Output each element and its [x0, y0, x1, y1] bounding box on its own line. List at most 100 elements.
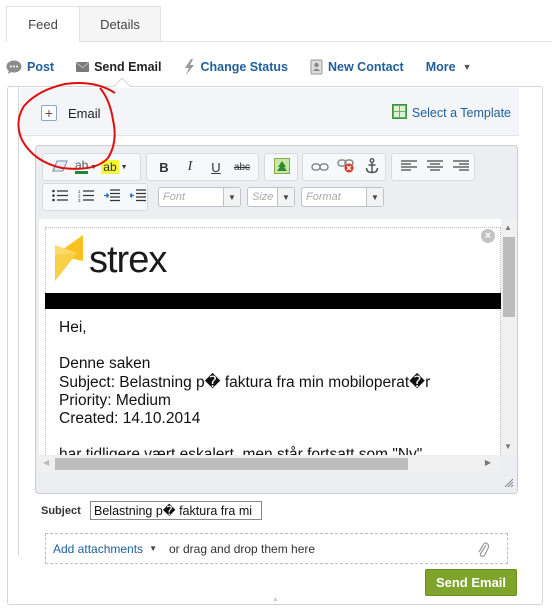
highlight-label: ab	[101, 160, 119, 174]
collapse-arrow-icon[interactable]: ▲	[272, 596, 279, 603]
align-right-icon	[453, 159, 469, 175]
eraser-icon	[52, 160, 68, 175]
horizontal-scroll-thumb[interactable]	[55, 458, 408, 470]
resize-handle-icon[interactable]	[502, 476, 514, 491]
scroll-left-icon[interactable]: ◀	[43, 458, 49, 467]
template-divider-bar	[45, 293, 501, 309]
panel-inner-border	[18, 86, 19, 556]
action-change-status[interactable]: Change Status	[183, 59, 288, 75]
align-left-button[interactable]	[398, 156, 420, 178]
caret-down-icon: ▼	[277, 188, 294, 206]
underline-button[interactable]: U	[205, 156, 227, 178]
eraser-button[interactable]	[49, 156, 71, 178]
bullet-list-button[interactable]	[49, 186, 71, 208]
size-select[interactable]: Size ▼	[247, 187, 295, 207]
publisher-actions: Post Send Email Change Status New Contac…	[6, 58, 494, 76]
image-icon	[274, 157, 290, 177]
add-attachments-link[interactable]: Add attachments	[53, 542, 143, 556]
action-more[interactable]: More ▼	[426, 60, 472, 74]
email-body-line	[59, 337, 430, 355]
email-body-line: Priority: Medium	[59, 391, 171, 409]
paperclip-icon[interactable]	[477, 541, 490, 561]
action-post[interactable]: Post	[6, 60, 54, 74]
font-select[interactable]: Font ▼	[158, 187, 241, 207]
link-button[interactable]	[309, 156, 331, 178]
italic-button[interactable]: I	[179, 156, 201, 178]
send-email-label: Send Email	[435, 575, 507, 590]
vertical-scroll-thumb[interactable]	[503, 237, 515, 317]
toolbar-group-links	[302, 153, 386, 181]
caret-down-icon: ▼	[366, 188, 383, 206]
email-header-label: Email	[68, 106, 101, 121]
toolbar-group-format: B I U abc	[146, 153, 259, 181]
remove-template-icon[interactable]: ×	[481, 229, 495, 243]
insert-image-button[interactable]	[271, 156, 293, 178]
anchor-icon	[365, 157, 379, 177]
numbered-list-icon: 123	[78, 189, 94, 205]
svg-text:3: 3	[78, 198, 81, 202]
underline-label: U	[211, 159, 221, 175]
toolbar-group-lists: 123	[42, 183, 148, 211]
vertical-scrollbar[interactable]: ▲ ▼	[501, 219, 517, 455]
horizontal-scrollbar[interactable]: ◀ ▶	[39, 455, 501, 472]
subject-input[interactable]	[90, 501, 262, 520]
strike-label: abc	[233, 161, 251, 173]
scroll-down-icon[interactable]: ▼	[504, 442, 512, 451]
caret-down-icon[interactable]: ▼	[149, 544, 157, 553]
tab-bar: Feed Details	[6, 6, 161, 42]
select-template-label: Select a Template	[411, 106, 511, 120]
align-center-button[interactable]	[424, 156, 446, 178]
caret-down-icon: ▼	[223, 188, 240, 206]
action-new-contact-label: New Contact	[328, 60, 404, 74]
unlink-icon	[337, 158, 355, 176]
tab-feed[interactable]: Feed	[6, 6, 79, 42]
numbered-list-button[interactable]: 123	[75, 186, 97, 208]
email-body[interactable]: Hei, Denne saken Subject: Belastning p� f…	[59, 319, 430, 455]
italic-label: I	[187, 159, 193, 174]
send-email-button[interactable]: Send Email	[425, 569, 517, 596]
subject-label: Subject	[41, 505, 81, 517]
caret-down-icon: ▼	[120, 163, 128, 171]
bullet-list-icon	[52, 189, 68, 205]
tab-details[interactable]: Details	[79, 6, 161, 42]
email-body-line: Subject: Belastning p� faktura fra min m…	[59, 373, 431, 391]
bold-label: B	[159, 159, 169, 175]
text-color-button[interactable]: ab ▼	[75, 156, 97, 178]
caret-down-icon: ▼	[462, 62, 472, 72]
strikethrough-button[interactable]: abc	[231, 156, 253, 178]
scroll-up-icon[interactable]: ▲	[504, 223, 512, 232]
email-body-line: har tidligere vært eskalert, men står fo…	[59, 446, 423, 455]
scroll-right-icon[interactable]: ▶	[485, 458, 491, 467]
outdent-button[interactable]	[127, 186, 149, 208]
align-center-icon	[427, 159, 443, 175]
bold-button[interactable]: B	[153, 156, 175, 178]
indent-button[interactable]	[101, 186, 123, 208]
action-send-email[interactable]: Send Email	[76, 60, 161, 74]
toolbar-group-clean-colors: ab ▼ ab ▼	[42, 153, 141, 181]
editor-content[interactable]: strex × Hei, Denne saken Subject: Belastn…	[39, 219, 501, 455]
indent-icon	[104, 189, 120, 205]
rich-text-editor: ab ▼ ab ▼ B I U abc 1 2 3 Font ▼ Size ▼ …	[35, 145, 518, 494]
lightning-icon	[183, 59, 195, 75]
email-body-line: Hei,	[59, 319, 87, 336]
anchor-button[interactable]	[361, 156, 383, 178]
unlink-button[interactable]	[335, 156, 357, 178]
highlight-color-button[interactable]: ab ▼	[101, 156, 128, 178]
tab-divider	[6, 41, 552, 42]
size-select-placeholder: Size	[252, 191, 274, 203]
align-left-icon	[401, 159, 417, 175]
align-right-button[interactable]	[450, 156, 472, 178]
expand-plus-icon[interactable]: +	[41, 105, 57, 121]
link-icon	[311, 160, 329, 175]
tab-feed-label: Feed	[28, 17, 58, 32]
action-more-label: More	[425, 60, 456, 74]
select-template-link[interactable]: Select a Template	[391, 104, 511, 122]
format-select[interactable]: Format ▼	[301, 187, 384, 207]
caret-down-icon: ▼	[90, 163, 98, 171]
action-post-label: Post	[27, 60, 55, 74]
email-header: + Email Select a Template	[20, 88, 519, 136]
contact-card-icon	[310, 59, 323, 75]
action-change-status-label: Change Status	[200, 60, 288, 74]
attachment-dropzone[interactable]: Add attachments ▼ or drag and drop them …	[45, 533, 508, 564]
action-new-contact[interactable]: New Contact	[310, 59, 404, 75]
